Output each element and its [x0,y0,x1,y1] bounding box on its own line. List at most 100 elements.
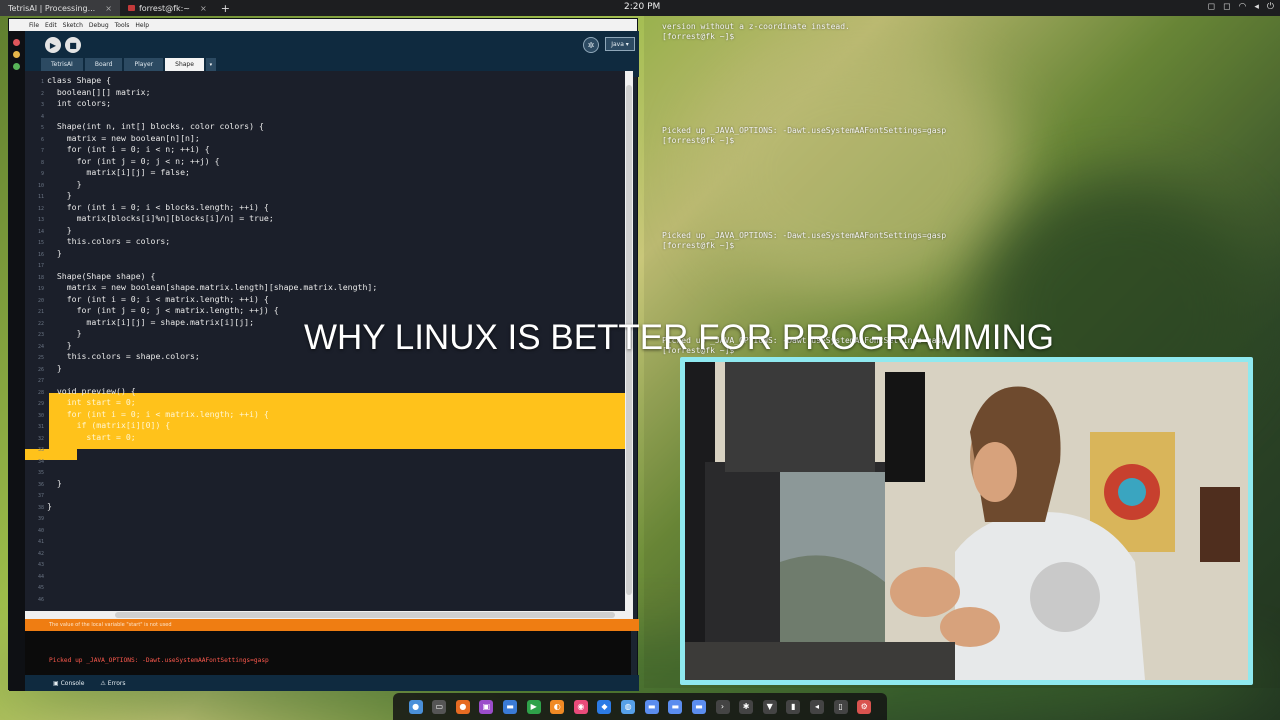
code-line: 33 [25,443,625,455]
scroll-thumb[interactable] [115,612,615,618]
close-dot-icon[interactable] [13,39,20,46]
top-bar: TetrisAI | Processing... × forrest@fk:~ … [0,0,1280,16]
menu-edit[interactable]: Edit [45,22,57,29]
webcam-image [685,362,1248,680]
code-line: 28 void preview() { [25,386,625,398]
code-line: 35 [25,466,625,478]
firefox-icon[interactable]: ● [455,699,470,714]
run-button[interactable]: ▶ [45,37,61,53]
volume-icon[interactable]: ◂ [1254,2,1259,12]
code-text: boolean[][] matrix; [47,86,151,97]
code-text: } [47,178,82,189]
folder-icon[interactable]: ▬ [668,699,683,714]
new-tab-button[interactable]: + [215,2,236,15]
errors-tab-label: Errors [107,679,126,687]
app-icon[interactable]: ▣ [479,699,494,714]
code-line: 7 for (int i = 0; i < n; ++i) { [25,144,625,156]
mode-selector[interactable]: Java ▾ [605,37,635,51]
terminal-prompt: [forrest@fk ~]$ [662,241,735,250]
code-line: 41 [25,535,625,547]
code-line: 38} [25,501,625,513]
code-text: int start = 0; [47,397,136,407]
volume-icon[interactable]: ◂ [809,699,824,714]
battery-icon[interactable]: ▮ [786,699,801,714]
code-text: class Shape { [47,75,112,85]
console-line: Picked up _JAVA_OPTIONS: -Dawt.useSystem… [49,657,269,664]
minimize-dot-icon[interactable] [13,51,20,58]
settings-icon[interactable]: ⚙ [857,699,872,714]
menu-sketch[interactable]: Sketch [63,22,83,29]
code-text: void preview() { [47,385,136,396]
close-icon[interactable]: × [105,4,112,13]
code-line: 26 } [25,363,625,375]
cube-icon[interactable]: ◆ [597,699,612,714]
bluetooth-icon[interactable]: ✱ [739,699,754,714]
chrome-icon[interactable]: ● [408,699,423,714]
tab-menu-button[interactable]: ▾ [205,58,216,71]
status-bar: The value of the local variable "start" … [25,619,639,631]
maximize-dot-icon[interactable] [13,63,20,70]
dock: ● ▭ ● ▣ ▬ ▶ ◐ ◉ ◆ ◍ ▬ ▬ ▬ › ✱ ▼ ▮ ◂ ▯ ⚙ [393,693,887,720]
tab-tetrisai[interactable]: TetrisAI [41,58,83,71]
code-text: matrix[i][j] = shape.matrix[i][j]; [47,316,255,327]
code-line: 8 for (int j = 0; j < n; ++j) { [25,156,625,168]
code-line: 46 [25,593,625,605]
console-tabs: ▣ Console ⚠ Errors [25,675,639,691]
code-line: 36 } [25,478,625,490]
code-line: 3 int colors; [25,98,625,110]
code-line: 11 } [25,190,625,202]
terminal-icon[interactable]: ▭ [432,699,447,714]
stop-button[interactable]: ■ [65,37,81,53]
code-text: for (int j = 0; j < matrix.length; ++j) … [47,305,279,315]
wifi-icon[interactable]: ▼ [762,699,777,714]
code-text: int colors; [47,98,112,108]
horizontal-scrollbar[interactable] [25,611,633,619]
menu-file[interactable]: File [29,22,39,29]
code-icon[interactable]: › [715,699,730,714]
color-icon[interactable]: ◉ [573,699,588,714]
clock: 2:20 PM [624,2,661,12]
code-line: 14 } [25,225,625,237]
tab-label: forrest@fk:~ [138,3,190,13]
code-text: Shape(Shape shape) { [47,270,156,281]
console-output: Picked up _JAVA_OPTIONS: -Dawt.useSystem… [25,631,631,677]
code-line: 39 [25,512,625,524]
menu-debug[interactable]: Debug [89,22,109,29]
video-title-overlay: WHY LINUX IS BETTER FOR PROGRAMMING [304,318,1054,357]
browser-icon[interactable]: ◍ [621,699,636,714]
code-line: 19 matrix = new boolean[shape.matrix.len… [25,282,625,294]
folder-icon[interactable]: ▬ [644,699,659,714]
code-line: 16 } [25,248,625,260]
code-line: 34 [25,455,625,467]
notes-icon[interactable]: ▯ [833,699,848,714]
code-text: } [47,500,52,511]
code-text: matrix = new boolean[shape.matrix.length… [47,282,378,292]
code-text: this.colors = colors; [47,236,171,246]
tab-shape[interactable]: Shape [165,58,204,71]
terminal-icon [127,5,135,11]
window-icon[interactable]: ◻ [1223,2,1230,12]
monitor-icon[interactable]: ▶ [526,699,541,714]
tab-player[interactable]: Player [124,58,164,71]
terminal-prompt: [forrest@fk ~]$ [662,136,735,145]
code-line: 12 for (int i = 0; i < blocks.length; ++… [25,202,625,214]
browser-tab-terminal[interactable]: forrest@fk:~ × [120,0,215,16]
tab-board[interactable]: Board [84,58,123,71]
code-line: 1 class Shape { [25,75,625,87]
code-text: start = 0; [47,431,136,442]
console-tab[interactable]: ▣ Console [53,680,84,687]
close-icon[interactable]: × [200,4,207,13]
browser-tab-processing[interactable]: TetrisAI | Processing... × [0,0,120,16]
window-icon[interactable]: ◻ [1208,2,1215,12]
code-line: 2 boolean[][] matrix; [25,87,625,99]
folder-icon[interactable]: ▬ [503,699,518,714]
errors-tab[interactable]: ⚠ Errors [100,680,125,687]
power-icon[interactable]: ⏻ [1267,2,1274,12]
blender-icon[interactable]: ◐ [550,699,565,714]
debug-icon[interactable]: ✲ [583,37,599,53]
menu-tools[interactable]: Tools [115,22,130,29]
folder-icon[interactable]: ▬ [691,699,706,714]
menu-help[interactable]: Help [135,22,149,29]
line-number: 46 [37,596,44,603]
wifi-icon[interactable]: ◠ [1238,2,1246,12]
